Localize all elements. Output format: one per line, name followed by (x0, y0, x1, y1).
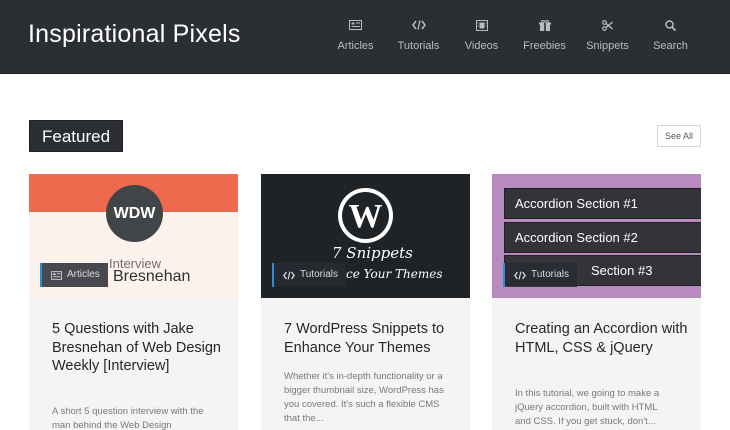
wordpress-logo-icon: W (338, 188, 393, 243)
post-excerpt: Whether it's in-depth functionality or a… (284, 371, 444, 424)
nav-freebies[interactable]: Freebies (513, 0, 576, 74)
nav-search[interactable]: Search (639, 0, 702, 74)
thumbnail-text: ce Your Themes (346, 267, 443, 281)
code-icon (387, 20, 450, 34)
post-title[interactable]: 5 Questions with Jake Bresnehan of Web D… (52, 320, 232, 376)
main-nav: Articles Tutorials Videos Freebies Snipp… (324, 0, 702, 74)
nav-label: Freebies (523, 40, 566, 52)
see-all-button[interactable]: See All (657, 125, 701, 147)
nav-label: Snippets (586, 40, 629, 52)
nav-label: Search (653, 40, 688, 52)
post-thumbnail[interactable]: WDW Interview Bresnehan Articles (29, 174, 238, 298)
category-badge[interactable]: Tutorials (272, 263, 346, 287)
thumbnail-text: 7 Snippets (332, 244, 413, 262)
post-thumbnail[interactable]: W 7 Snippets ce Your Themes Tutorials (261, 174, 470, 298)
nav-tutorials[interactable]: Tutorials (387, 0, 450, 74)
featured-heading: Featured (29, 120, 124, 152)
nav-snippets[interactable]: Snippets (576, 0, 639, 74)
search-icon (639, 20, 702, 34)
accordion-section: Accordion Section #1 (504, 188, 701, 219)
nav-label: Videos (464, 40, 499, 52)
scissors-icon (576, 20, 639, 34)
post-thumbnail[interactable]: Accordion Section #1 Accordion Section #… (492, 174, 701, 298)
post-excerpt: In this tutorial, we going to make a jQu… (515, 388, 660, 427)
category-label: Tutorials (300, 269, 338, 280)
category-badge[interactable]: Tutorials (503, 263, 577, 287)
nav-label: Articles (337, 40, 374, 52)
post-card[interactable]: WDW Interview Bresnehan Articles 5 Quest… (29, 174, 238, 430)
wdw-logo: WDW (106, 185, 163, 242)
post-title[interactable]: 7 WordPress Snippets to Enhance Your The… (284, 320, 464, 357)
post-card[interactable]: W 7 Snippets ce Your Themes Tutorials 7 … (261, 174, 470, 430)
articles-icon (324, 20, 387, 34)
category-badge[interactable]: Articles (40, 263, 108, 287)
category-label: Articles (67, 269, 100, 280)
post-excerpt: A short 5 question interview with the ma… (52, 406, 204, 430)
nav-articles[interactable]: Articles (324, 0, 387, 74)
accordion-section: Accordion Section #2 (504, 222, 701, 253)
post-title[interactable]: Creating an Accordion with HTML, CSS & j… (515, 320, 695, 357)
thumbnail-text: Bresnehan (113, 268, 191, 285)
nav-label: Tutorials (397, 40, 440, 52)
code-icon (283, 271, 295, 279)
nav-videos[interactable]: Videos (450, 0, 513, 74)
site-logo[interactable]: Inspirational Pixels (28, 20, 241, 49)
category-label: Tutorials (531, 269, 569, 280)
film-icon (450, 20, 513, 34)
site-header: Inspirational Pixels Articles Tutorials … (0, 0, 730, 74)
code-icon (514, 271, 526, 279)
articles-icon (51, 270, 62, 280)
post-card[interactable]: Accordion Section #1 Accordion Section #… (492, 174, 701, 430)
gift-icon (513, 20, 576, 34)
